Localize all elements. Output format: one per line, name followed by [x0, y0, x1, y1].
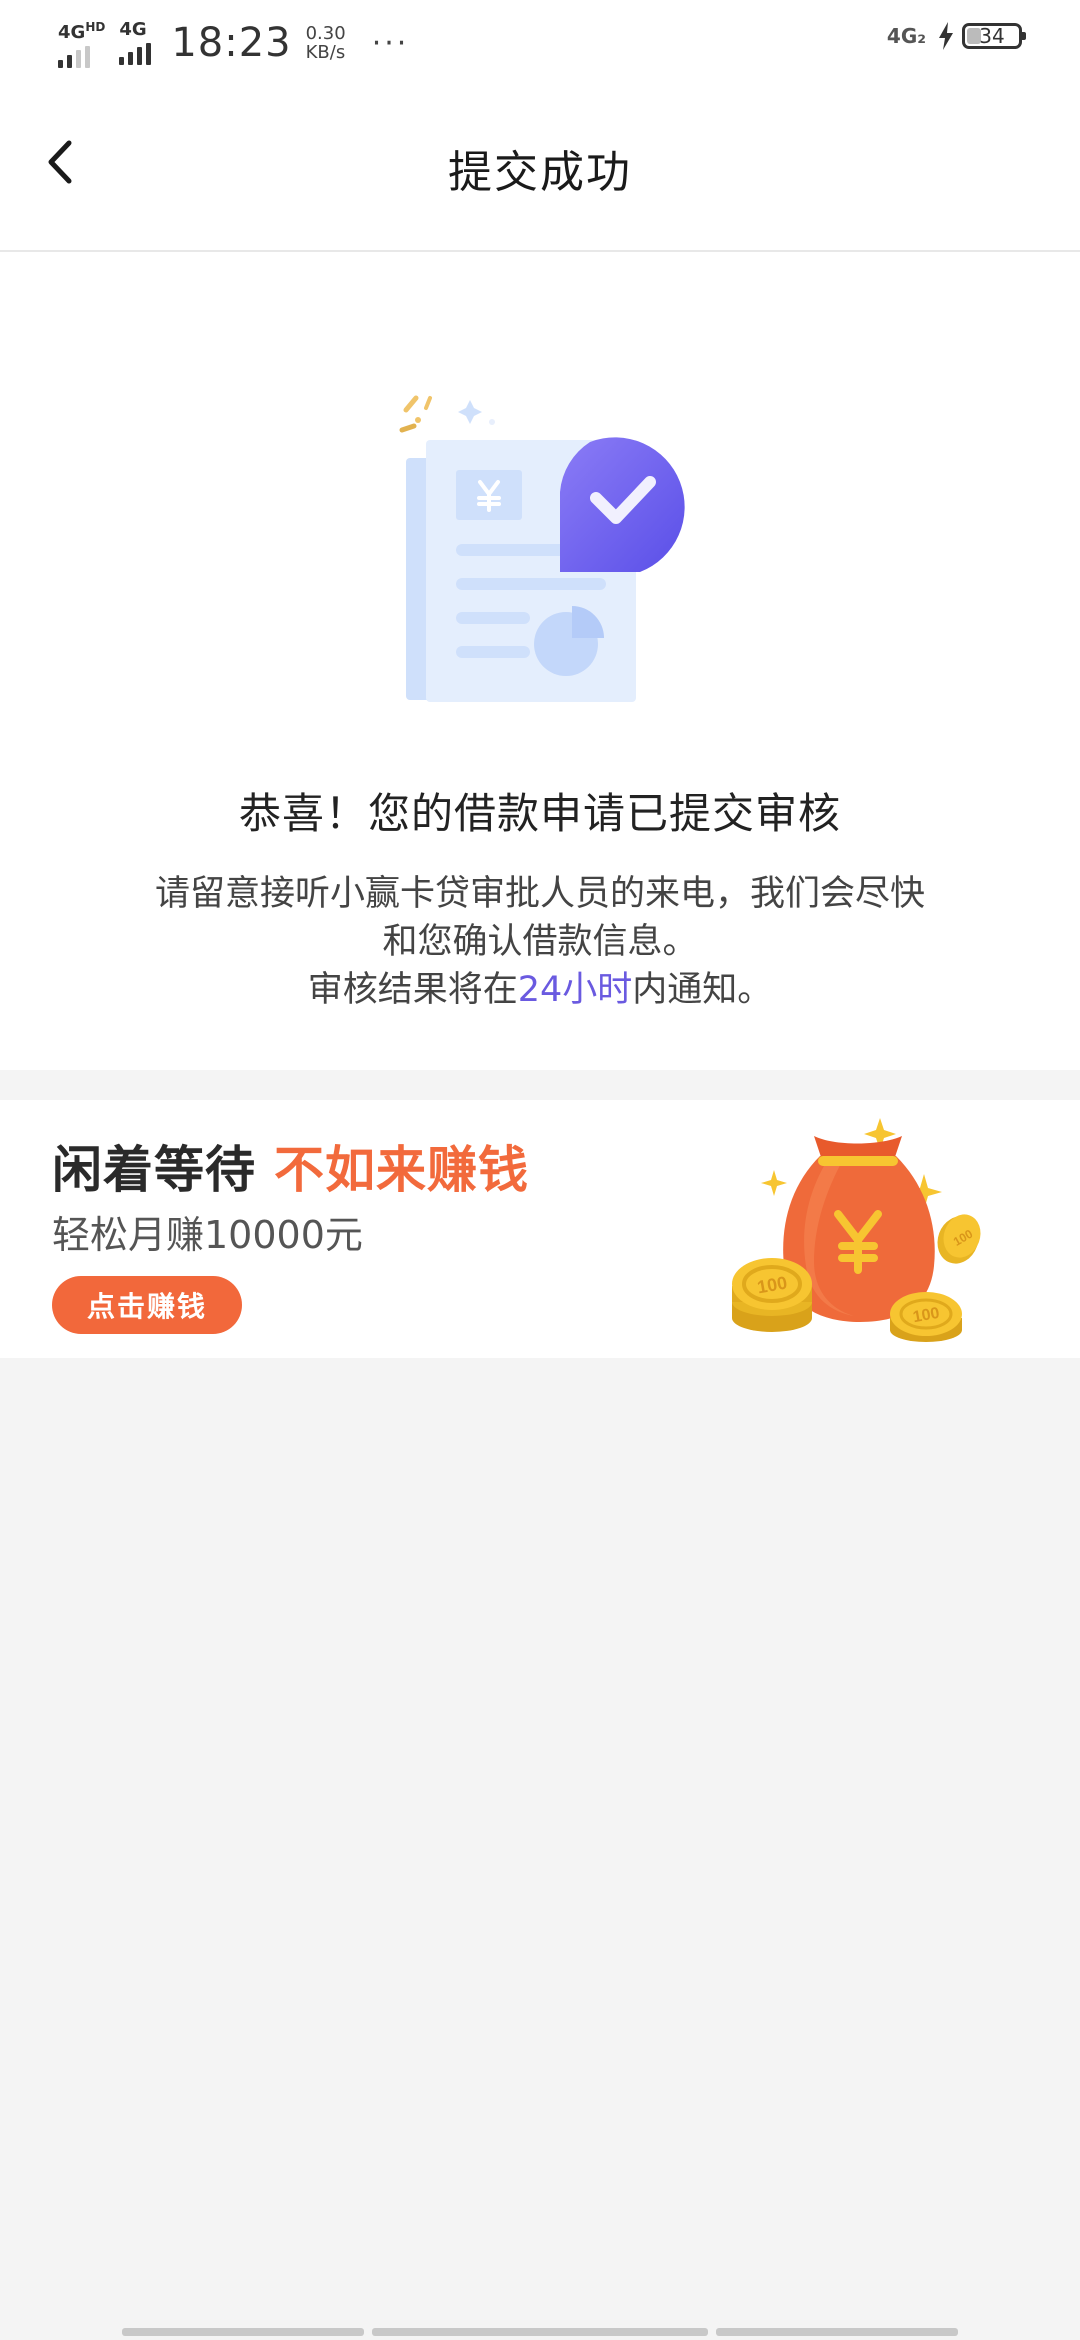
more-notifications-icon: ··· — [371, 25, 410, 61]
status-time: 18:23 — [171, 20, 292, 66]
promo-title: 闲着等待 不如来赚钱 — [52, 1130, 529, 1202]
success-section: 恭喜！您的借款申请已提交审核 请留意接听小赢卡贷审批人员的来电，我们会尽快 和您… — [0, 252, 1080, 1070]
nav-bar: 提交成功 — [0, 86, 1080, 252]
signal-1: 4GHD — [58, 18, 105, 68]
speed-value: 0.30 — [305, 23, 346, 44]
money-bag-illustration: 100 100 100 — [732, 1118, 981, 1342]
description-line-2: 和您确认借款信息。 — [382, 922, 698, 962]
speed-unit: KB/s — [305, 42, 346, 63]
description-line-3-suffix: 内通知。 — [632, 970, 773, 1010]
nav-hint-left[interactable] — [122, 2328, 364, 2336]
battery-level: 34 — [979, 24, 1005, 48]
signal-2: 4G — [119, 19, 152, 65]
charging-icon — [939, 22, 953, 50]
nav-hint-center[interactable] — [372, 2328, 708, 2336]
status-bar: 4GHD 4G 18:23 0.30 KB/s ··· 4G₂ 34 — [0, 0, 1080, 86]
signal-bars-icon — [119, 43, 152, 65]
promo-title-accent: 不如来赚钱 — [274, 1141, 529, 1199]
nav-hint-right[interactable] — [716, 2328, 958, 2336]
description-line-3-prefix: 审核结果将在 — [307, 970, 518, 1010]
status-left: 4GHD 4G 18:23 0.30 KB/s ··· — [58, 18, 409, 68]
signal-bars-icon — [58, 46, 105, 68]
page-title: 提交成功 — [448, 147, 632, 198]
success-description: 请留意接听小赢卡贷审批人员的来电，我们会尽快 和您确认借款信息。 审核结果将在2… — [90, 870, 990, 1014]
success-title: 恭喜！您的借款申请已提交审核 — [238, 789, 841, 838]
promo-title-main: 闲着等待 — [52, 1141, 256, 1199]
battery-icon: 34 — [962, 23, 1026, 49]
earn-money-button[interactable]: 点击赚钱 — [52, 1276, 242, 1334]
promo-subtitle: 轻松月赚10000元 — [52, 1213, 363, 1257]
description-line-1: 请留意接听小赢卡贷审批人员的来电，我们会尽快 — [154, 874, 925, 914]
description-line-3: 审核结果将在24小时内通知。 — [90, 966, 990, 1014]
document-check-illustration — [399, 395, 685, 702]
promo-card[interactable]: 闲着等待 不如来赚钱 轻松月赚10000元 点击赚钱 100 100 100 — [0, 1100, 1080, 1358]
status-right: 4G₂ 34 — [886, 22, 1026, 50]
notify-time-highlight: 24小时 — [517, 970, 633, 1010]
network-1-label: 4G — [58, 22, 86, 43]
network-2-label: 4G — [119, 19, 147, 40]
network-1-suffix: HD — [85, 20, 106, 34]
sim2-network-label: 4G₂ — [886, 24, 926, 48]
network-speed: 0.30 KB/s — [306, 24, 346, 62]
